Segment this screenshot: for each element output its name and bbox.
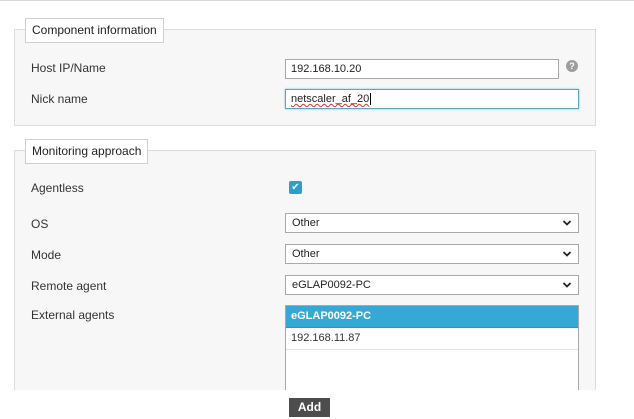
chevron-down-icon bbox=[562, 282, 572, 288]
list-option[interactable]: eGLAP0092-PC bbox=[286, 306, 578, 328]
os-select-value: Other bbox=[292, 217, 320, 229]
list-option[interactable]: 192.168.11.87 bbox=[286, 328, 578, 350]
external-agents-label: External agents bbox=[31, 308, 115, 322]
top-divider bbox=[0, 0, 634, 1]
host-input[interactable]: 192.168.10.20 bbox=[285, 59, 559, 79]
remote-agent-select-value: eGLAP0092-PC bbox=[292, 279, 371, 291]
monitoring-approach-legend: Monitoring approach bbox=[25, 139, 149, 164]
nick-name-input[interactable]: netscaler_af_20 bbox=[285, 89, 579, 109]
add-button[interactable]: Add bbox=[289, 398, 330, 417]
nick-name-label: Nick name bbox=[31, 92, 88, 106]
question-circle-icon[interactable]: ? bbox=[566, 60, 578, 72]
external-agents-listbox[interactable]: eGLAP0092-PC 192.168.11.87 bbox=[285, 305, 579, 390]
chevron-down-icon bbox=[562, 251, 572, 257]
os-select[interactable]: Other bbox=[285, 213, 579, 233]
mode-select[interactable]: Other bbox=[285, 244, 579, 264]
component-information-legend: Component information bbox=[25, 18, 164, 43]
os-label: OS bbox=[31, 217, 49, 231]
host-label: Host IP/Name bbox=[31, 61, 106, 75]
text-caret bbox=[370, 93, 372, 106]
remote-agent-select[interactable]: eGLAP0092-PC bbox=[285, 275, 579, 295]
mode-label: Mode bbox=[31, 248, 62, 262]
agentless-checkbox[interactable]: ✔ bbox=[289, 181, 302, 194]
mode-select-value: Other bbox=[292, 248, 320, 260]
checkmark-icon: ✔ bbox=[291, 182, 300, 193]
chevron-down-icon bbox=[562, 220, 572, 226]
nick-name-value: netscaler_af_20 bbox=[291, 93, 370, 105]
remote-agent-label: Remote agent bbox=[31, 279, 107, 293]
agentless-label: Agentless bbox=[31, 181, 84, 195]
